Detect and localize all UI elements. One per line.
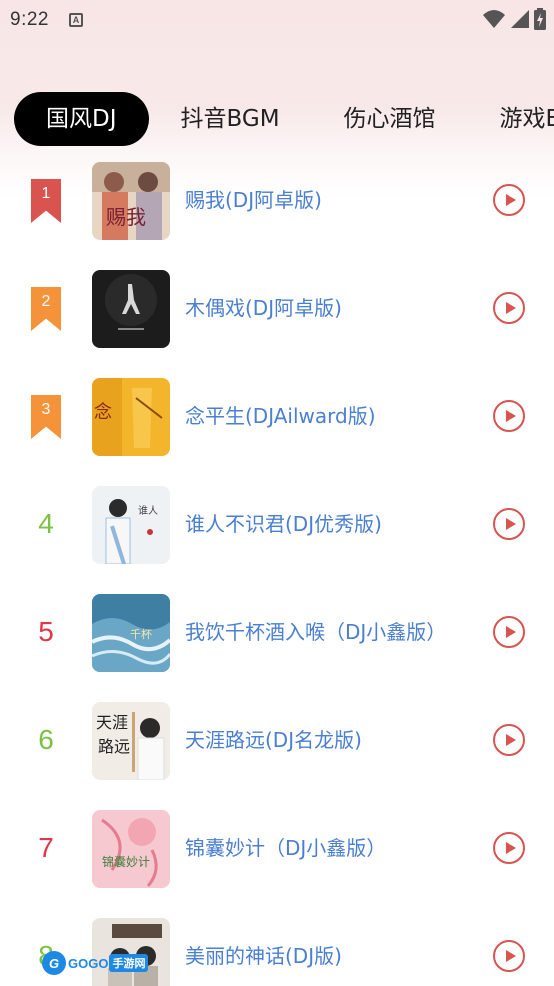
tab-guofeng-dj[interactable]: 国风DJ: [14, 92, 149, 146]
song-title[interactable]: 锦囊妙计（DJ小鑫版）: [185, 836, 386, 860]
gogo-logo-icon: G: [42, 951, 66, 975]
list-item[interactable]: 7 锦囊妙计 锦囊妙计（DJ小鑫版）: [0, 794, 554, 902]
svg-text:天涯: 天涯: [96, 713, 128, 732]
tab-game-bgm[interactable]: 游戏BGM: [468, 92, 554, 146]
play-icon: [505, 410, 516, 422]
play-button[interactable]: [493, 508, 525, 540]
battery-charging-icon: [534, 8, 546, 30]
list-item[interactable]: 5 千杯 我饮千杯酒入喉（DJ小鑫版）: [0, 578, 554, 686]
list-item[interactable]: 4 谁人 谁人不识君(DJ优秀版): [0, 470, 554, 578]
status-time: 9:22: [10, 9, 49, 30]
song-title[interactable]: 天涯路远(DJ名龙版): [185, 728, 362, 752]
svg-text:路远: 路远: [98, 737, 130, 756]
song-title[interactable]: 我饮千杯酒入喉（DJ小鑫版）: [185, 620, 446, 644]
status-icons: [482, 8, 546, 30]
play-icon: [505, 302, 516, 314]
play-button[interactable]: [493, 400, 525, 432]
svg-text:千杯: 千杯: [130, 627, 152, 641]
list-item[interactable]: 3 念 念平生(DJAilward版): [0, 362, 554, 470]
album-cover[interactable]: 天涯 路远: [92, 702, 170, 780]
song-title[interactable]: 赐我(DJ阿卓版): [185, 188, 322, 212]
rank-number: 3: [41, 401, 51, 418]
rank-number: 7: [38, 832, 54, 863]
rank-number: 2: [41, 293, 51, 310]
a-letter-icon: A: [68, 13, 83, 27]
album-cover[interactable]: 千杯: [92, 594, 170, 672]
rank-ribbon: 2: [31, 287, 61, 331]
svg-text:谁人: 谁人: [138, 505, 158, 517]
song-title[interactable]: 念平生(DJAilward版): [185, 404, 376, 428]
list-item[interactable]: 2 木偶戏(DJ阿卓版): [0, 254, 554, 362]
play-button[interactable]: [493, 184, 525, 216]
album-cover[interactable]: 谁人: [92, 486, 170, 564]
play-icon: [505, 194, 516, 206]
play-button[interactable]: [493, 832, 525, 864]
wifi-icon: [483, 10, 505, 28]
category-tabs: 国风DJ 抖音BGM 伤心酒馆 游戏BGM: [14, 92, 554, 146]
play-icon: [505, 734, 516, 746]
album-cover[interactable]: 念: [92, 378, 170, 456]
rank-ribbon: 3: [31, 395, 61, 439]
play-icon: [505, 626, 516, 638]
rank-number: 4: [38, 508, 54, 539]
watermark-suffix: 手游网: [109, 954, 149, 972]
list-item[interactable]: 1 赐我 赐我(DJ阿卓版): [0, 146, 554, 254]
play-button[interactable]: [493, 940, 525, 972]
rank-number: 1: [41, 185, 51, 202]
play-icon: [505, 842, 516, 854]
play-button[interactable]: [493, 292, 525, 324]
song-title[interactable]: 谁人不识君(DJ优秀版): [185, 512, 382, 536]
song-list: 1 赐我 赐我(DJ阿卓版) 2 木偶戏(DJ阿卓版) 3 念 念平生(DJAi…: [0, 146, 554, 986]
play-button[interactable]: [493, 724, 525, 756]
tab-douyin-bgm[interactable]: 抖音BGM: [149, 92, 312, 146]
rank-number: 6: [38, 724, 54, 755]
play-icon: [505, 518, 516, 530]
rank-number: 5: [38, 616, 54, 647]
list-item[interactable]: 6 天涯 路远 天涯路远(DJ名龙版): [0, 686, 554, 794]
rank-ribbon: 1: [31, 179, 61, 223]
watermark-brand: GOGO: [68, 955, 109, 971]
album-cover[interactable]: 锦囊妙计: [92, 810, 170, 888]
svg-text:赐我: 赐我: [106, 205, 146, 229]
signal-icon: [511, 10, 529, 28]
tab-sad-tavern[interactable]: 伤心酒馆: [312, 92, 468, 146]
album-cover[interactable]: 赐我: [92, 162, 170, 240]
watermark-logo: G GOGO 手游网: [42, 950, 149, 976]
song-title[interactable]: 美丽的神话(DJ版): [185, 944, 342, 968]
play-button[interactable]: [493, 616, 525, 648]
status-bar: 9:22 A: [0, 0, 554, 40]
svg-text:锦囊妙计: 锦囊妙计: [102, 854, 150, 869]
song-title[interactable]: 木偶戏(DJ阿卓版): [185, 296, 342, 320]
play-icon: [505, 950, 516, 962]
album-cover[interactable]: [92, 270, 170, 348]
svg-text:念: 念: [94, 401, 112, 423]
